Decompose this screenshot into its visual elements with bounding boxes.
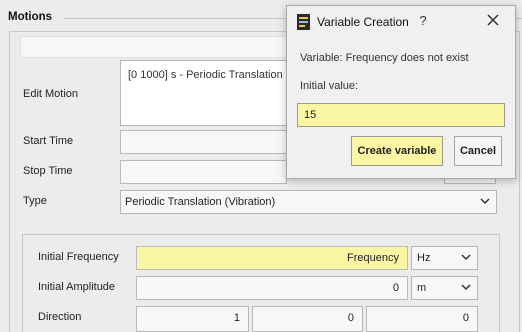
initial-value-input[interactable]: 15	[297, 103, 505, 127]
stop-time-field[interactable]	[120, 160, 287, 184]
amplitude-unit-value: m	[417, 282, 427, 294]
type-select[interactable]: Periodic Translation (Vibration)	[120, 190, 497, 214]
initial-amplitude-label: Initial Amplitude	[38, 281, 116, 293]
direction-z-field[interactable]: 0	[366, 306, 478, 332]
chevron-down-icon	[461, 254, 471, 261]
type-label: Type	[23, 195, 47, 207]
cancel-button[interactable]: Cancel	[454, 136, 502, 166]
close-icon[interactable]	[484, 11, 502, 29]
direction-x-field[interactable]: 1	[136, 306, 249, 332]
initial-value-text: 15	[304, 109, 317, 121]
initial-value-label: Initial value:	[300, 80, 359, 92]
chevron-down-icon	[480, 198, 490, 205]
direction-y-field[interactable]: 0	[252, 306, 363, 332]
frequency-unit-select[interactable]: Hz	[411, 246, 478, 270]
start-time-label: Start Time	[23, 135, 74, 147]
motions-title: Motions	[8, 11, 53, 23]
initial-amplitude-field[interactable]: 0	[136, 276, 408, 300]
type-select-value: Periodic Translation (Vibration)	[125, 196, 276, 208]
initial-frequency-label: Initial Frequency	[38, 251, 119, 263]
initial-frequency-field[interactable]: Frequency	[136, 246, 408, 270]
dialog-message: Variable: Frequency does not exist	[300, 52, 469, 64]
chevron-down-icon	[461, 284, 471, 291]
edit-motion-value: [0 1000] s - Periodic Translation -	[128, 69, 290, 81]
dialog-title: Variable Creation	[317, 15, 409, 29]
stop-time-label: Stop Time	[23, 165, 73, 177]
frequency-unit-value: Hz	[417, 252, 431, 264]
create-variable-button[interactable]: Create variable	[351, 136, 443, 166]
help-icon[interactable]: ?	[416, 13, 430, 28]
start-time-field[interactable]	[120, 130, 287, 154]
app-icon	[297, 14, 310, 30]
direction-label: Direction	[38, 311, 82, 323]
edit-motion-label: Edit Motion	[23, 88, 79, 100]
amplitude-unit-select[interactable]: m	[411, 276, 478, 300]
